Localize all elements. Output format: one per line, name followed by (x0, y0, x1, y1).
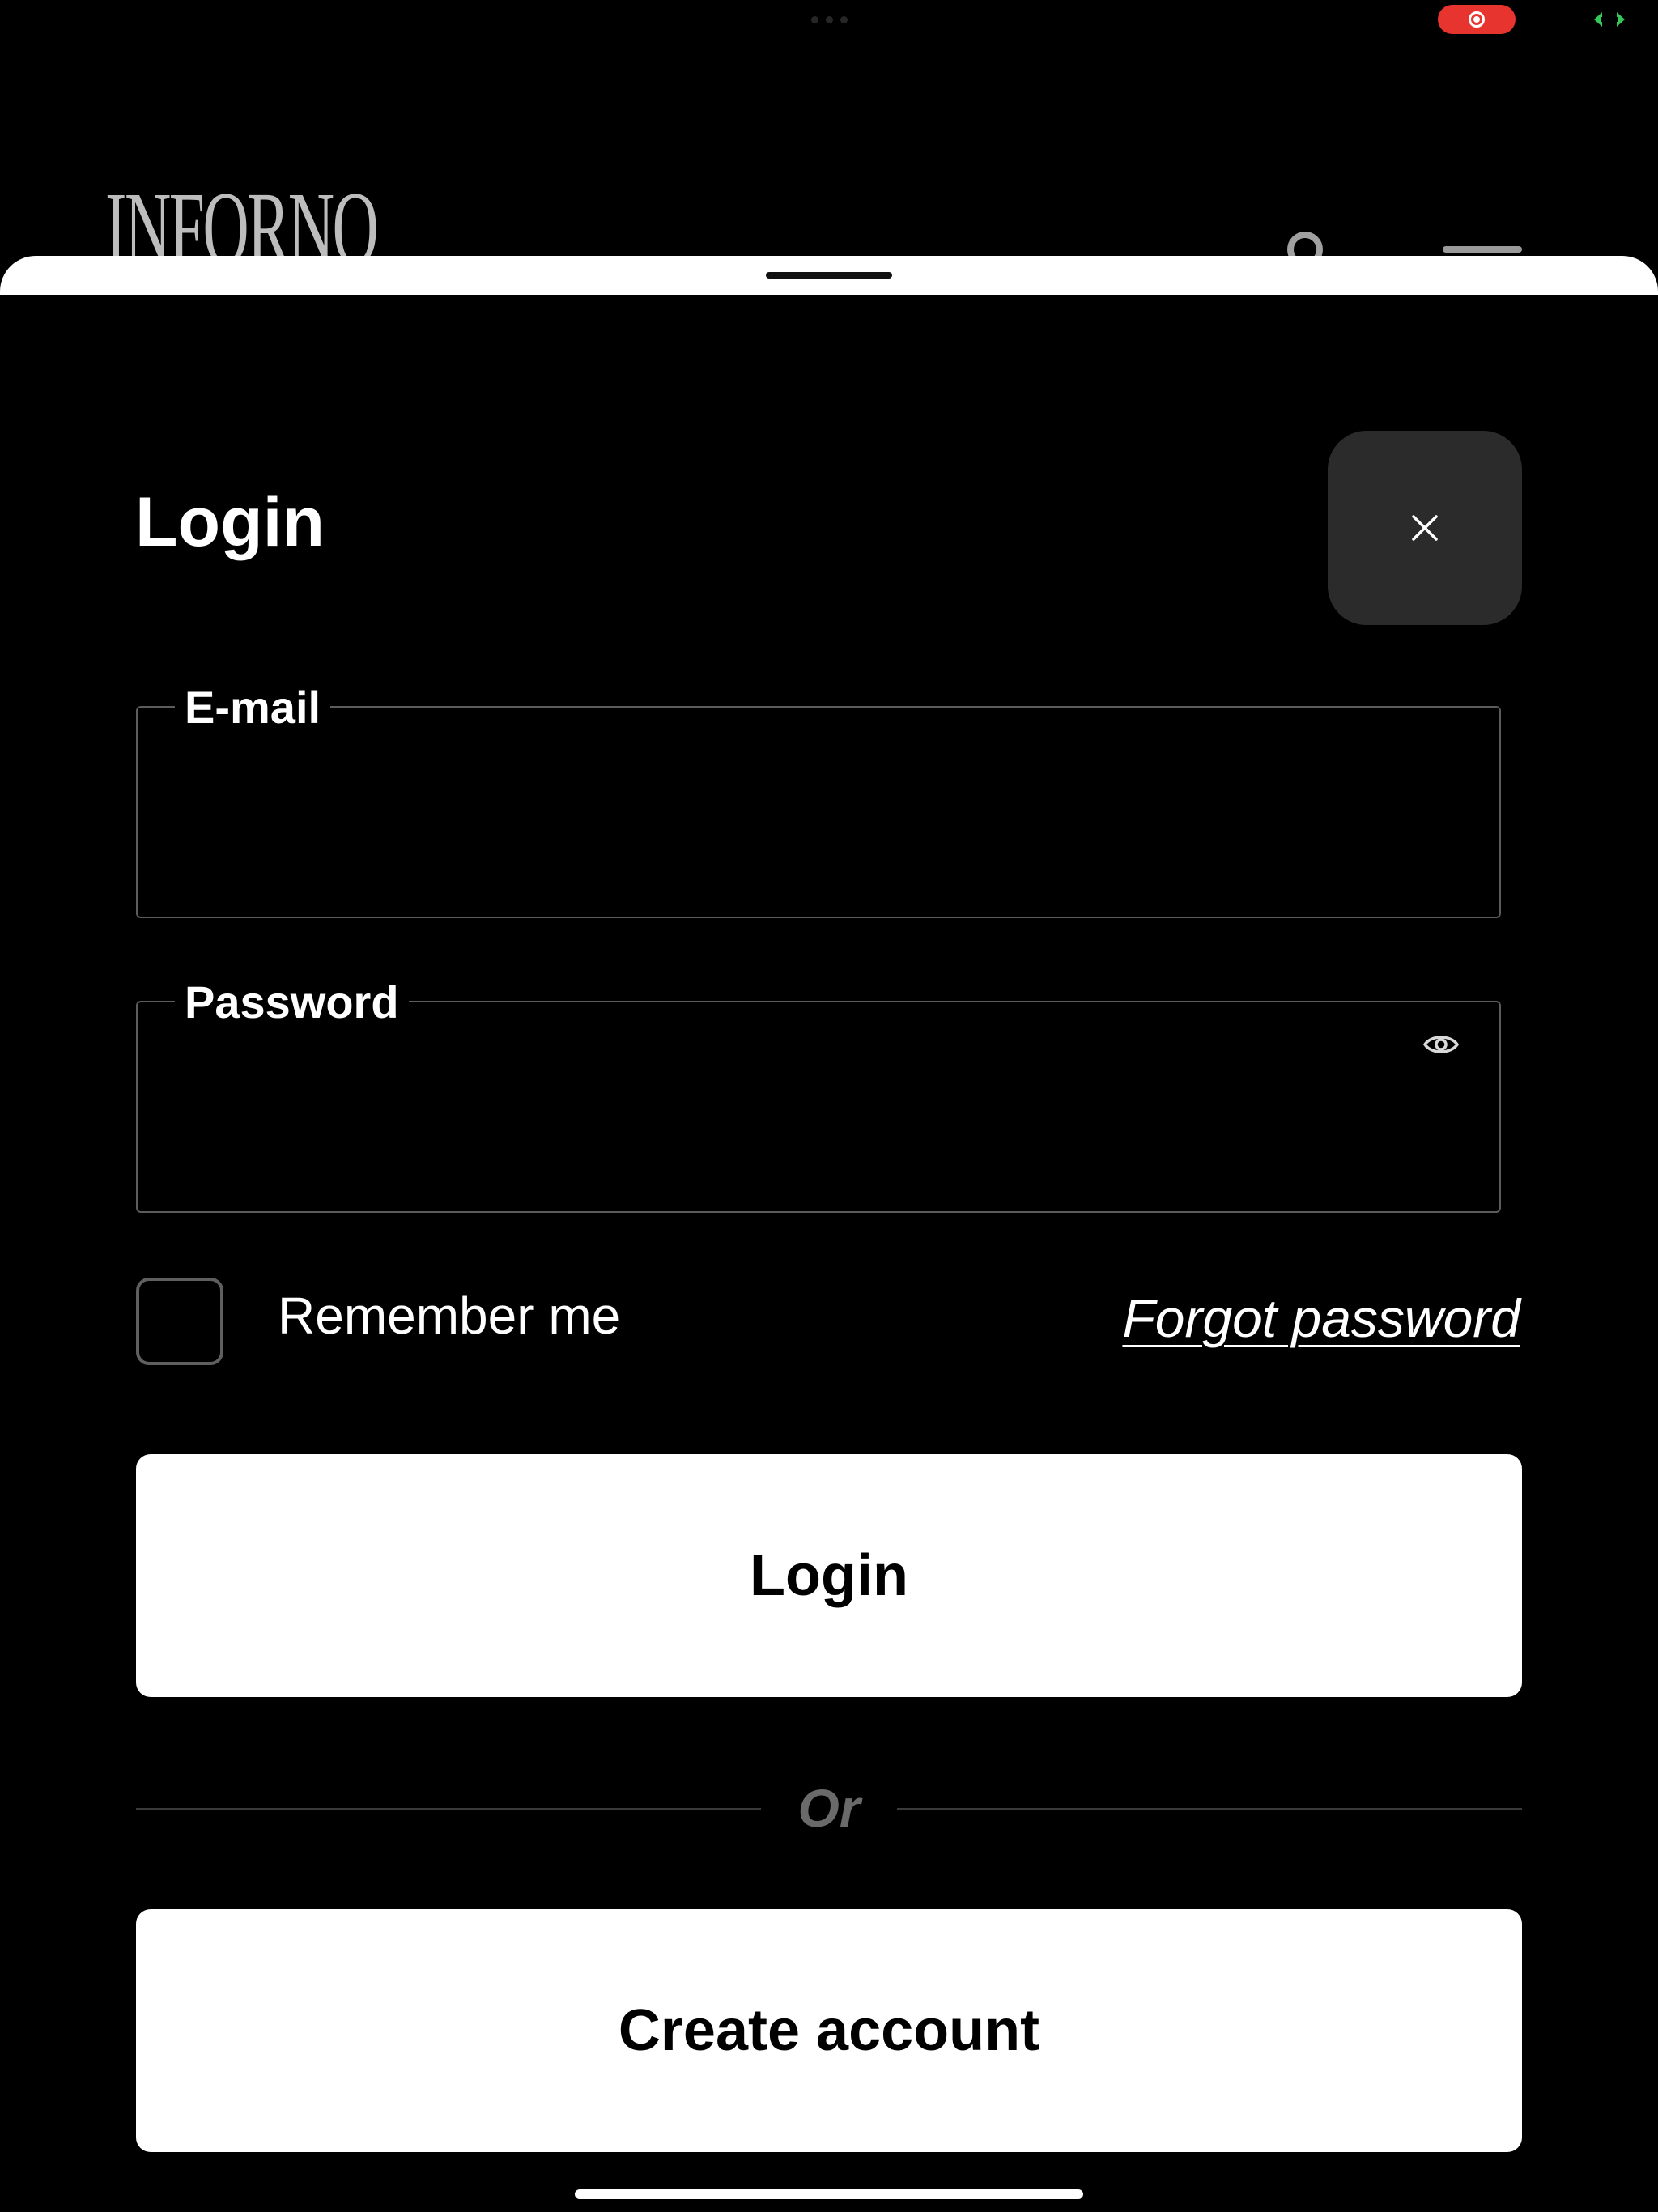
divider-line-left (136, 1808, 761, 1810)
create-account-button[interactable]: Create account (136, 1909, 1522, 2152)
email-label: E-mail (175, 683, 331, 732)
divider-line-right (897, 1808, 1522, 1810)
expand-arrows-icon (1594, 12, 1625, 27)
forgot-password-link[interactable]: Forgot password (1122, 1291, 1520, 1345)
record-icon[interactable] (1438, 5, 1516, 34)
password-field[interactable]: Password (136, 978, 1501, 1213)
close-button[interactable] (1328, 431, 1522, 625)
email-input[interactable] (183, 781, 1401, 879)
sheet-grabber[interactable] (766, 272, 892, 279)
page: INFORNO Login E-mail Password Remember m… (0, 0, 1658, 2212)
multitasking-dots[interactable] (811, 16, 848, 23)
password-label: Password (175, 978, 409, 1027)
divider-text: Or (797, 1778, 861, 1838)
home-indicator[interactable] (575, 2189, 1083, 2199)
eye-icon (1423, 1036, 1459, 1053)
close-icon (1412, 515, 1438, 541)
remember-me-checkbox[interactable] (136, 1278, 223, 1365)
page-title: Login (135, 483, 325, 561)
password-input[interactable] (183, 1075, 1401, 1174)
remember-me-label: Remember me (278, 1287, 621, 1345)
email-field[interactable]: E-mail (136, 683, 1501, 918)
menu-icon[interactable] (1443, 246, 1522, 253)
login-button[interactable]: Login (136, 1454, 1522, 1697)
show-password-button[interactable] (1418, 1022, 1464, 1067)
login-sheet: Login E-mail Password Remember me Forgot (0, 256, 1658, 2212)
